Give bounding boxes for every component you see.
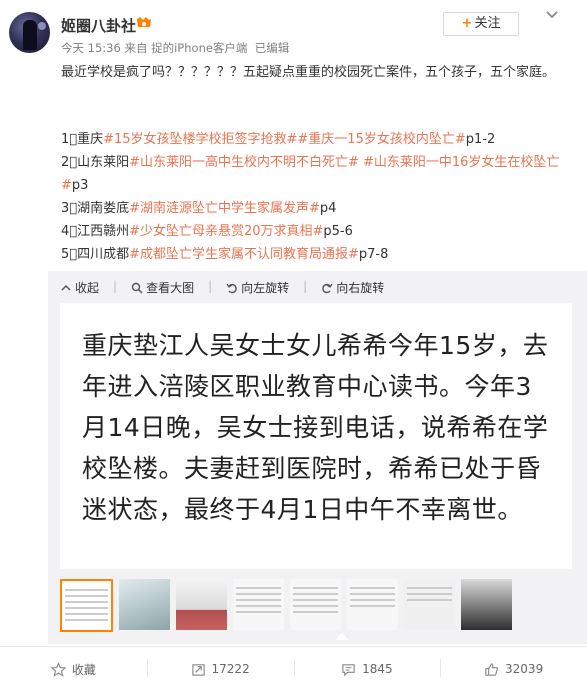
item-pages: p3	[71, 178, 89, 193]
thumbnail[interactable]	[233, 579, 284, 630]
comment-icon	[342, 663, 355, 676]
rotate-right-icon	[322, 283, 333, 293]
star-icon	[50, 661, 66, 677]
post-item: 5⃣️四川成都#成都坠亡学生家属不认同教育局通报#p7-8	[61, 243, 566, 266]
item-pages: p5-6	[323, 224, 353, 239]
thumbnail[interactable]	[176, 579, 227, 630]
action-bar: 收藏 17222 1845 32039	[0, 646, 587, 691]
repost-icon	[191, 663, 205, 676]
post-item: 3⃣️湖南娄底#湖南涟源坠亡中学生家属发声#p4	[61, 197, 566, 220]
image-gallery: 收起 | 查看大图 | 向左旋转 | 向右旋转 重庆垫江人吴女士女儿希希今年15…	[48, 271, 587, 644]
rotate-right-button[interactable]: 向右旋转	[321, 279, 384, 296]
thumbnail-strip	[60, 579, 512, 632]
comment-button[interactable]: 1845	[293, 647, 441, 691]
item-pages: p7-8	[358, 247, 389, 262]
username[interactable]: 姬圈八卦社	[61, 15, 136, 36]
thumbnail[interactable]	[404, 579, 455, 630]
vip-badge-icon	[137, 17, 151, 27]
repost-button[interactable]: 17222	[146, 647, 294, 691]
favorite-label: 收藏	[71, 662, 96, 677]
follow-button[interactable]: + 关注	[443, 12, 519, 36]
post-source: 来自 捉的iPhone客户端	[124, 41, 248, 55]
thumbnail[interactable]	[60, 579, 113, 632]
like-count: 32039	[505, 662, 544, 676]
comment-caret	[335, 633, 349, 640]
collapse-button[interactable]: 收起	[60, 279, 99, 296]
thumbnail[interactable]	[290, 579, 341, 630]
item-pages: p4	[319, 201, 337, 216]
topic-link[interactable]: #湖南涟源坠亡中学生家属发声#	[129, 201, 320, 216]
thumbs-up-icon	[485, 662, 499, 676]
post-meta: 今天 15:36 来自 捉的iPhone客户端 已编辑	[61, 40, 289, 56]
topic-link[interactable]: #少女坠亡母亲悬赏20万求真相#	[129, 224, 323, 239]
topic-link[interactable]: #成都坠亡学生家属不认同教育局通报#	[129, 247, 359, 262]
collapse-label: 收起	[75, 281, 100, 295]
rotate-left-icon	[226, 283, 237, 293]
rotate-left-label: 向左旋转	[241, 281, 290, 295]
gallery-toolbar: 收起 | 查看大图 | 向左旋转 | 向右旋转	[60, 279, 384, 296]
like-button[interactable]: 32039	[440, 647, 587, 691]
post-text: 最近学校是疯了吗？？？？？？五起疑点重重的校园死亡案件，五个孩子，五个家庭。	[61, 61, 566, 84]
view-large-label: 查看大图	[146, 281, 195, 295]
thumbnail[interactable]	[119, 579, 170, 630]
edited-label: 已编辑	[254, 41, 290, 55]
post-item: 2⃣️山东莱阳#山东莱阳一高中生校内不明不白死亡# #山东莱阳一中16岁女生在校…	[61, 151, 566, 197]
item-pages: p1-2	[465, 132, 496, 147]
post-intro: 最近学校是疯了吗？？？？？？五起疑点重重的校园死亡案件，五个孩子，五个家庭。	[61, 65, 556, 80]
rotate-right-label: 向右旋转	[336, 281, 385, 295]
post-item: 4⃣️江西赣州#少女坠亡母亲悬赏20万求真相#p5-6	[61, 220, 566, 243]
avatar[interactable]	[9, 12, 50, 53]
thumbnail[interactable]	[347, 579, 398, 630]
item-location: 4⃣️江西赣州	[61, 224, 130, 239]
repost-count: 17222	[211, 662, 250, 676]
chevron-down-icon[interactable]	[545, 10, 559, 20]
post-time[interactable]: 今天 15:36	[61, 41, 121, 55]
item-location: 5⃣️四川成都	[61, 247, 130, 262]
image-text: 重庆垫江人吴女士女儿希希今年15岁，去年进入涪陵区职业教育中心读书。今年3月14…	[82, 331, 549, 524]
comment-count: 1845	[362, 662, 393, 676]
plus-icon: +	[461, 16, 473, 31]
follow-label: 关注	[474, 16, 501, 31]
large-image[interactable]: 重庆垫江人吴女士女儿希希今年15岁，去年进入涪陵区职业教育中心读书。今年3月14…	[60, 303, 572, 569]
item-location: 1⃣️重庆	[61, 132, 104, 147]
post-items: 1⃣️重庆#15岁女孩坠楼学校拒签字抢救##重庆一15岁女孩校内坠亡#p1-2 2…	[61, 128, 566, 266]
view-large-button[interactable]: 查看大图	[131, 279, 194, 296]
thumbnail[interactable]	[461, 579, 512, 630]
item-location: 3⃣️湖南娄底	[61, 201, 130, 216]
topic-link[interactable]: #15岁女孩坠楼学校拒签字抢救##重庆一15岁女孩校内坠亡#	[103, 132, 466, 147]
item-location: 2⃣️山东莱阳	[61, 155, 130, 170]
search-icon	[131, 282, 143, 294]
topic-link[interactable]: #山东莱阳一高中生校内不明不白死亡# #山东莱阳一中16岁女生在校坠亡#	[61, 155, 559, 193]
rotate-left-button[interactable]: 向左旋转	[226, 279, 289, 296]
collapse-icon	[61, 284, 71, 291]
favorite-button[interactable]: 收藏	[0, 647, 147, 691]
post-item: 1⃣️重庆#15岁女孩坠楼学校拒签字抢救##重庆一15岁女孩校内坠亡#p1-2	[61, 128, 566, 151]
